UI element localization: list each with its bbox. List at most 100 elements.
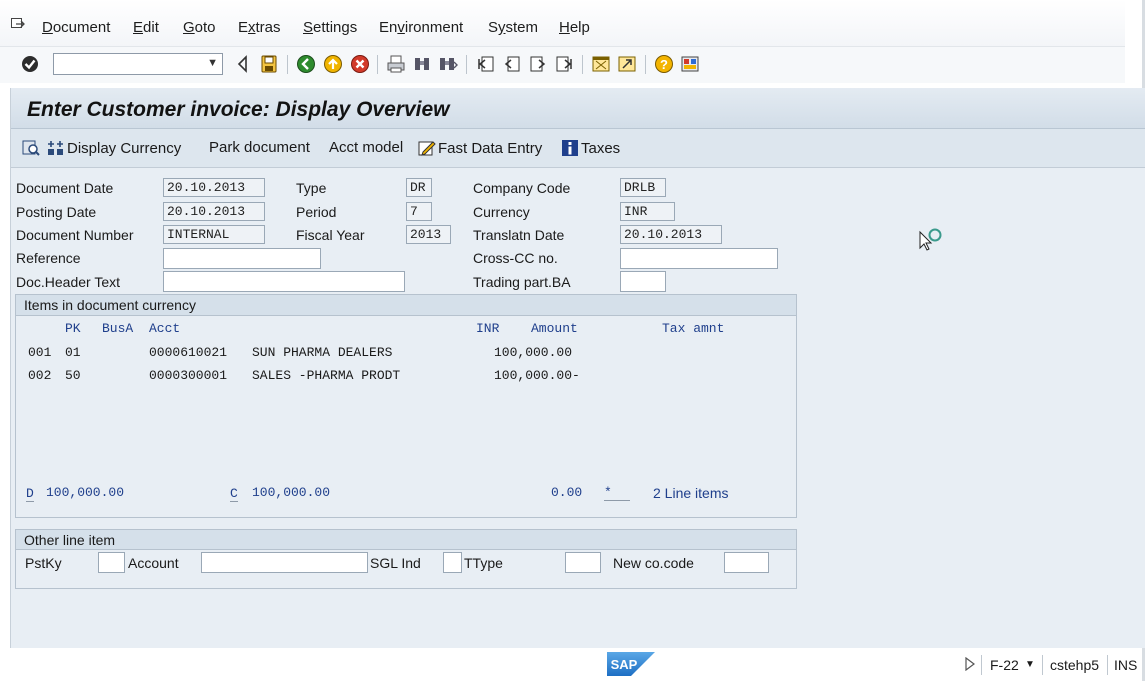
previous-page-icon[interactable]	[502, 54, 522, 74]
shortcut-icon[interactable]	[617, 54, 637, 74]
status-bar	[0, 648, 1125, 681]
enter-icon[interactable]	[20, 54, 40, 74]
trading-part-input[interactable]	[620, 271, 666, 292]
fast-data-entry-label: Fast Data Entry	[438, 139, 543, 157]
line-items-count: 2 Line items	[653, 485, 729, 501]
menu-goto[interactable]: Goto	[183, 19, 216, 36]
menu-edit[interactable]: Edit	[133, 19, 159, 36]
taxes-button[interactable]: Taxes	[561, 139, 620, 157]
document-date-field[interactable]: 20.10.2013	[163, 178, 265, 197]
acct-model-button[interactable]: Acct model	[329, 139, 403, 156]
cancel-icon[interactable]	[350, 54, 370, 74]
currency-label: Currency	[473, 204, 530, 220]
row-account: 0000610021	[149, 345, 228, 360]
edit-icon	[418, 141, 436, 156]
svg-text:?: ?	[660, 57, 668, 72]
display-currency-label: Display Currency	[67, 139, 182, 157]
back-icon[interactable]	[296, 54, 316, 74]
overview-button[interactable]	[22, 139, 42, 157]
translatn-date-label: Translatn Date	[473, 227, 565, 243]
company-code-field[interactable]: DRLB	[620, 178, 666, 197]
row-pk: 01	[65, 345, 81, 360]
info-icon	[562, 140, 578, 156]
balance-value: 0.00	[551, 485, 583, 500]
menu-exit-icon[interactable]	[11, 18, 25, 30]
first-page-icon[interactable]	[476, 54, 496, 74]
posting-date-label: Posting Date	[16, 204, 97, 220]
park-document-label: Park document	[209, 139, 310, 156]
new-cocode-input[interactable]	[724, 552, 769, 573]
next-page-icon[interactable]	[528, 54, 548, 74]
transaction-code: F-22	[990, 657, 1019, 673]
row-account-name: SUN PHARMA DEALERS	[252, 345, 393, 360]
row-number: 002	[28, 368, 52, 383]
column-header-amount: Amount	[531, 321, 578, 336]
reference-input[interactable]	[163, 248, 321, 269]
back-arrow-icon[interactable]	[233, 54, 253, 74]
doc-header-text-input[interactable]	[163, 271, 405, 292]
trading-part-label: Trading part.BA	[473, 274, 571, 290]
command-field[interactable]: ▼	[53, 53, 223, 75]
document-date-label: Document Date	[16, 180, 114, 196]
type-field[interactable]: DR	[406, 178, 432, 197]
ttype-label: TType	[464, 555, 503, 571]
ttype-input[interactable]	[565, 552, 601, 573]
find-icon[interactable]	[412, 54, 432, 74]
debit-label: D	[26, 486, 34, 502]
menu-help[interactable]: Help	[559, 19, 590, 36]
currency-icon	[48, 141, 63, 155]
other-line-item-title: Other line item	[16, 530, 796, 550]
sgl-ind-input[interactable]	[443, 552, 462, 573]
pstky-input[interactable]	[98, 552, 125, 573]
command-input[interactable]	[58, 55, 207, 75]
menu-environment[interactable]: Environment	[379, 19, 463, 36]
pstky-label: PstKy	[25, 555, 62, 571]
posting-date-field[interactable]: 20.10.2013	[163, 202, 265, 221]
menu-document[interactable]: Document	[42, 19, 110, 36]
company-code-label: Company Code	[473, 180, 571, 196]
cross-cc-input[interactable]	[620, 248, 778, 269]
help-icon[interactable]: ?	[654, 54, 674, 74]
credit-total: 100,000.00	[252, 485, 331, 500]
status-expand-icon[interactable]	[965, 657, 975, 671]
new-cocode-label: New co.code	[613, 555, 694, 571]
row-number: 001	[28, 345, 52, 360]
column-header-currency: INR	[476, 321, 500, 336]
column-header-acct: Acct	[149, 321, 181, 336]
balance-flag: *	[604, 485, 630, 501]
sgl-ind-label: SGL Ind	[370, 555, 421, 571]
display-currency-button[interactable]: Display Currency	[47, 139, 181, 157]
type-label: Type	[296, 180, 327, 196]
column-header-tax: Tax amnt	[662, 321, 725, 336]
document-number-field[interactable]: INTERNAL	[163, 225, 265, 244]
chevron-down-icon[interactable]: ▼	[207, 57, 218, 69]
fiscal-year-field[interactable]: 2013	[406, 225, 451, 244]
translatn-date-field[interactable]: 20.10.2013	[620, 225, 722, 244]
items-group-title: Items in document currency	[16, 295, 796, 316]
account-input[interactable]	[201, 552, 368, 573]
cross-cc-label: Cross-CC no.	[473, 250, 558, 266]
document-number-label: Document Number	[16, 227, 134, 243]
currency-field[interactable]: INR	[620, 202, 675, 221]
taxes-label: Taxes	[581, 139, 621, 157]
menu-extras[interactable]: Extras	[238, 19, 281, 36]
exit-icon[interactable]	[323, 54, 343, 74]
fast-data-entry-button[interactable]: Fast Data Entry	[418, 139, 542, 157]
row-account: 0000300001	[149, 368, 228, 383]
find-next-icon[interactable]	[438, 54, 458, 74]
period-field[interactable]: 7	[406, 202, 432, 221]
menu-bar: Document Edit Goto Extras Settings Envir…	[0, 0, 1145, 46]
chevron-down-icon[interactable]: ▼	[1025, 659, 1035, 670]
create-session-icon[interactable]	[591, 54, 611, 74]
page-title: Enter Customer invoice: Display Overview	[27, 98, 450, 121]
acct-model-label: Acct model	[329, 139, 404, 156]
menu-settings[interactable]: Settings	[303, 19, 357, 36]
menu-system[interactable]: System	[488, 19, 538, 36]
last-page-icon[interactable]	[554, 54, 574, 74]
print-icon[interactable]	[386, 54, 406, 74]
park-document-button[interactable]: Park document	[209, 139, 310, 156]
period-label: Period	[296, 204, 337, 220]
debit-total: 100,000.00	[46, 485, 125, 500]
layout-menu-icon[interactable]	[680, 54, 700, 74]
save-icon[interactable]	[259, 54, 279, 74]
